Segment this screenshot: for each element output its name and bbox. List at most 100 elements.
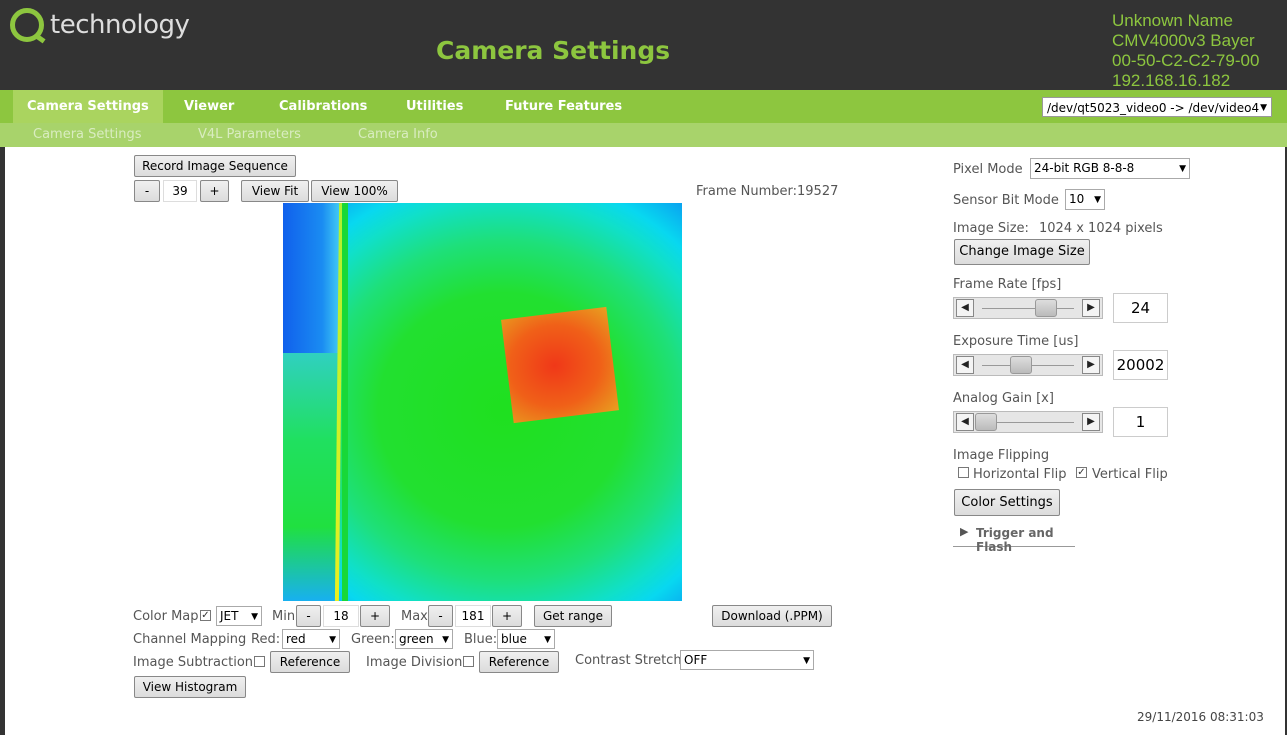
frame-rate-slider[interactable]: ◀ ▶ bbox=[953, 297, 1103, 319]
chevron-down-icon: ▼ bbox=[442, 635, 449, 645]
red-channel-select[interactable]: red ▼ bbox=[282, 629, 340, 649]
pixel-mode-select[interactable]: 24-bit RGB 8-8-8 ▼ bbox=[1030, 158, 1190, 179]
max-label: Max bbox=[401, 609, 428, 624]
vertical-flip-label: Vertical Flip bbox=[1092, 467, 1168, 482]
device-name: Unknown Name bbox=[1112, 11, 1233, 30]
image-division-label: Image Division bbox=[366, 655, 463, 670]
tab-viewer[interactable]: Viewer bbox=[170, 90, 248, 123]
red-label: Red: bbox=[251, 632, 281, 647]
image-hot-object bbox=[501, 306, 619, 424]
arrow-left-icon[interactable]: ◀ bbox=[956, 413, 974, 431]
frame-border-left bbox=[0, 147, 5, 735]
device-ip: 192.168.16.182 bbox=[1112, 71, 1231, 90]
exposure-slider[interactable]: ◀ ▶ bbox=[953, 354, 1103, 376]
zoom-value[interactable]: 39 bbox=[163, 180, 197, 202]
frame-rate-value[interactable]: 24 bbox=[1113, 293, 1168, 323]
contrast-stretch-label: Contrast Stretch bbox=[575, 653, 682, 668]
arrow-left-icon[interactable]: ◀ bbox=[956, 299, 974, 317]
slider-thumb[interactable] bbox=[1010, 356, 1033, 374]
trigger-flash-expander[interactable]: ▶ Trigger and Flash bbox=[953, 524, 1075, 554]
timestamp: 29/11/2016 08:31:03 bbox=[1137, 710, 1264, 724]
q-logo-icon bbox=[10, 8, 44, 42]
min-value[interactable]: 18 bbox=[323, 605, 359, 627]
zoom-out-button[interactable]: - bbox=[134, 180, 160, 202]
subtab-v4l-parameters[interactable]: V4L Parameters bbox=[198, 123, 301, 147]
view-fit-button[interactable]: View Fit bbox=[241, 180, 309, 202]
frame-number: Frame Number:19527 bbox=[696, 184, 839, 199]
analog-gain-label: Analog Gain [x] bbox=[953, 391, 1054, 406]
color-map-select[interactable]: JET ▼ bbox=[216, 606, 262, 626]
device-sensor: CMV4000v3 Bayer bbox=[1112, 31, 1255, 50]
chevron-down-icon: ▼ bbox=[803, 656, 810, 666]
arrow-left-icon[interactable]: ◀ bbox=[956, 356, 974, 374]
chevron-down-icon: ▼ bbox=[251, 612, 258, 622]
zoom-in-button[interactable]: + bbox=[200, 180, 229, 202]
blue-channel-select[interactable]: blue ▼ bbox=[497, 629, 555, 649]
analog-gain-slider[interactable]: ◀ ▶ bbox=[953, 411, 1103, 433]
min-plus-button[interactable]: + bbox=[360, 605, 390, 627]
sensor-bit-mode-value: 10 bbox=[1069, 192, 1085, 206]
green-label: Green: bbox=[351, 632, 395, 647]
image-division-checkbox[interactable] bbox=[463, 656, 474, 667]
color-map-checkbox[interactable]: ✓ bbox=[200, 610, 211, 621]
max-value[interactable]: 181 bbox=[455, 605, 491, 627]
device-info: Unknown Name CMV4000v3 Bayer 00-50-C2-C2… bbox=[1112, 11, 1259, 91]
pixel-mode-value: 24-bit RGB 8-8-8 bbox=[1034, 161, 1135, 175]
trigger-flash-label: Trigger and Flash bbox=[976, 526, 1054, 554]
subtraction-reference-button[interactable]: Reference bbox=[270, 651, 350, 673]
contrast-stretch-select[interactable]: OFF ▼ bbox=[680, 650, 814, 670]
division-reference-button[interactable]: Reference bbox=[479, 651, 559, 673]
slider-thumb[interactable] bbox=[1035, 299, 1058, 317]
sensor-bit-mode-label: Sensor Bit Mode bbox=[953, 193, 1059, 208]
device-select[interactable]: /dev/qt5023_video0 -> /dev/video4 ▼ bbox=[1042, 97, 1272, 117]
chevron-down-icon: ▼ bbox=[1260, 103, 1267, 113]
image-subtraction-checkbox[interactable] bbox=[254, 656, 265, 667]
frame-rate-label: Frame Rate [fps] bbox=[953, 277, 1062, 292]
arrow-right-icon[interactable]: ▶ bbox=[1082, 299, 1100, 317]
tab-calibrations[interactable]: Calibrations bbox=[265, 90, 381, 123]
horizontal-flip-checkbox[interactable] bbox=[958, 467, 969, 478]
device-select-value: /dev/qt5023_video0 -> /dev/video4 bbox=[1047, 101, 1260, 115]
subtab-camera-info[interactable]: Camera Info bbox=[358, 123, 438, 147]
pixel-mode-label: Pixel Mode bbox=[953, 162, 1023, 177]
blue-label: Blue: bbox=[464, 632, 498, 647]
chevron-down-icon: ▼ bbox=[1179, 164, 1186, 174]
tab-camera-settings[interactable]: Camera Settings bbox=[13, 90, 163, 123]
chevron-down-icon: ▼ bbox=[329, 635, 336, 645]
arrow-right-icon[interactable]: ▶ bbox=[1082, 356, 1100, 374]
change-image-size-button[interactable]: Change Image Size bbox=[954, 239, 1090, 265]
image-region-left-lower bbox=[283, 353, 339, 601]
tab-utilities[interactable]: Utilities bbox=[392, 90, 477, 123]
red-channel-value: red bbox=[286, 632, 306, 646]
arrow-right-icon[interactable]: ▶ bbox=[1082, 413, 1100, 431]
color-map-label: Color Map bbox=[133, 609, 199, 624]
blue-channel-value: blue bbox=[501, 632, 527, 646]
image-region-blue bbox=[283, 203, 339, 353]
get-range-button[interactable]: Get range bbox=[534, 605, 612, 627]
exposure-time-label: Exposure Time [us] bbox=[953, 334, 1079, 349]
tab-future-features[interactable]: Future Features bbox=[491, 90, 636, 123]
view-100-button[interactable]: View 100% bbox=[311, 180, 398, 202]
sensor-bit-mode-select[interactable]: 10 ▼ bbox=[1065, 189, 1105, 210]
download-ppm-button[interactable]: Download (.PPM) bbox=[712, 605, 832, 627]
device-mac: 00-50-C2-C2-79-00 bbox=[1112, 51, 1260, 70]
green-channel-select[interactable]: green ▼ bbox=[395, 629, 453, 649]
exposure-value[interactable]: 20002 bbox=[1113, 350, 1168, 380]
horizontal-flip-label: Horizontal Flip bbox=[973, 467, 1067, 482]
vertical-flip-checkbox[interactable]: ✓ bbox=[1076, 467, 1087, 478]
logo: technology bbox=[10, 8, 190, 42]
color-settings-button[interactable]: Color Settings bbox=[954, 489, 1060, 516]
subtab-camera-settings[interactable]: Camera Settings bbox=[33, 123, 141, 147]
chevron-down-icon: ▼ bbox=[544, 635, 551, 645]
analog-gain-value[interactable]: 1 bbox=[1113, 407, 1168, 437]
slider-track bbox=[982, 308, 1074, 309]
view-histogram-button[interactable]: View Histogram bbox=[134, 676, 246, 698]
slider-thumb[interactable] bbox=[975, 413, 997, 431]
max-plus-button[interactable]: + bbox=[492, 605, 522, 627]
image-stripe-green bbox=[342, 203, 348, 601]
page-title: Camera Settings bbox=[436, 36, 671, 65]
min-minus-button[interactable]: - bbox=[296, 605, 321, 627]
max-minus-button[interactable]: - bbox=[428, 605, 453, 627]
camera-image[interactable] bbox=[283, 203, 682, 601]
record-sequence-button[interactable]: Record Image Sequence bbox=[134, 155, 296, 177]
